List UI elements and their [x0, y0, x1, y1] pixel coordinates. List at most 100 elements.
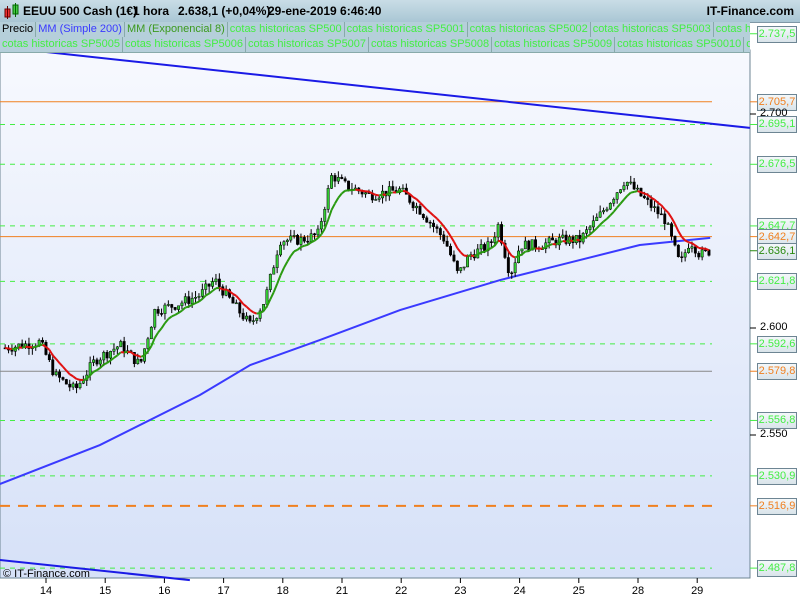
x-tick-label: 14 — [39, 585, 53, 597]
legend-item[interactable]: cotas historicas SP5007 — [246, 37, 370, 52]
candle-body — [265, 289, 269, 305]
legend-item[interactable]: cotas historicas SP5001 — [345, 22, 468, 37]
level-label: 2.579,8 — [757, 363, 797, 381]
price-chart[interactable] — [0, 0, 800, 600]
candle-body — [330, 175, 334, 189]
candle-body — [547, 237, 551, 244]
candle-body — [156, 309, 160, 314]
candle-body — [455, 260, 459, 271]
ema8-segment — [38, 343, 43, 347]
candle-body — [160, 313, 164, 315]
legend-item[interactable]: cotas historicas SP50010 — [615, 37, 745, 52]
y-tick-label: 2.550 — [760, 428, 788, 440]
legend-item[interactable]: MM (Exponencial 8) — [125, 22, 228, 37]
candle-body — [190, 297, 194, 304]
candle-body — [489, 241, 493, 243]
ema8-segment — [304, 243, 309, 247]
legend-item[interactable]: MM (Simple 200) — [36, 22, 125, 37]
level-label: 2.636,1 — [757, 242, 797, 260]
candle-body — [649, 199, 653, 208]
candle-body — [466, 256, 470, 268]
legend-item[interactable]: cotas historicas SP5009 — [492, 37, 616, 52]
x-tick-label: 16 — [158, 585, 171, 597]
y-tick-label: 2.600 — [760, 321, 788, 333]
legend-item[interactable]: cotas historicas SP5005 — [0, 37, 124, 52]
candle-body — [428, 221, 432, 224]
legend-item[interactable]: cotas historicas SP5002 — [468, 22, 591, 37]
candle-body — [445, 240, 449, 247]
candle-body — [241, 312, 245, 320]
candle-body — [551, 237, 555, 241]
candle-body — [296, 235, 300, 245]
legend-item[interactable]: cotas historicas SP5003 — [591, 22, 714, 37]
candle-body — [238, 302, 242, 314]
candle-body — [47, 354, 51, 361]
legend-row-1: Precio MM (Simple 200) MM (Exponencial 8) c… — [0, 22, 750, 38]
candle-body — [268, 273, 272, 290]
legend-item[interactable]: cotas historicas SP500 — [228, 22, 345, 37]
candle-body — [513, 262, 517, 274]
ema8-segment — [375, 193, 380, 197]
candle-body — [207, 283, 211, 287]
ema8-segment — [514, 255, 519, 259]
candle-body — [700, 249, 704, 258]
candle-body — [347, 180, 351, 190]
timeframe[interactable]: 1 hora — [133, 4, 169, 18]
ema8-segment — [21, 345, 26, 349]
legend-item[interactable]: cotas historicas SP5008 — [369, 37, 493, 52]
candle-body — [282, 241, 286, 246]
candle-body — [95, 359, 99, 365]
candle-body — [612, 199, 616, 204]
candle-body — [234, 302, 238, 305]
candle-body — [432, 222, 436, 227]
candle-body — [109, 351, 113, 359]
level-label: 2.516,9 — [757, 497, 797, 515]
x-tick-label: 21 — [335, 585, 349, 597]
ema8-segment — [293, 248, 298, 253]
candle-body — [119, 341, 123, 348]
candle-body — [64, 379, 68, 385]
ema8-segment — [487, 247, 492, 251]
candle-body — [656, 206, 660, 215]
candle-body — [602, 210, 606, 213]
candle-body — [619, 189, 623, 193]
candle-body — [391, 186, 395, 191]
candle-body — [364, 192, 368, 195]
y-tick-label: 2.700 — [760, 107, 788, 119]
x-tick-label: 15 — [99, 585, 112, 597]
level-label: 2.676,5 — [757, 156, 797, 174]
candle-body — [646, 197, 650, 200]
candle-body — [122, 341, 126, 354]
ema8-segment — [637, 190, 642, 194]
chart-header: EEUU 500 Cash (1€) 1 hora 2.638,1 (+0,04… — [0, 0, 800, 23]
candle-body — [326, 188, 330, 210]
candle-body — [153, 309, 157, 328]
candle-body — [115, 346, 119, 350]
ema8-segment — [555, 241, 560, 246]
candle-body — [534, 239, 538, 249]
candle-body — [309, 233, 313, 242]
candle-body — [615, 192, 619, 200]
legend-item[interactable]: cotas historicas SP5004 — [714, 22, 750, 37]
candle-body — [313, 233, 317, 236]
ema8-segment — [134, 353, 139, 357]
candle-body — [670, 223, 674, 237]
candle-body — [588, 226, 592, 230]
legend-item[interactable]: co — [744, 37, 750, 52]
legend-item[interactable]: cotas historicas SP5006 — [123, 37, 247, 52]
legend-item[interactable]: Precio — [0, 22, 37, 37]
candle-body — [697, 252, 701, 258]
candle-body — [636, 187, 640, 190]
candle-body — [183, 296, 187, 304]
candle-body — [629, 181, 633, 184]
ema8-segment — [195, 300, 200, 305]
candle-body — [666, 223, 670, 225]
candle-body — [289, 235, 293, 241]
ema8-segment — [8, 347, 13, 351]
candle-body — [58, 371, 62, 378]
ema8-segment — [565, 239, 570, 243]
ema8-segment — [579, 237, 584, 242]
candle-body — [591, 220, 595, 228]
x-tick-label: 29 — [691, 585, 704, 597]
level-label: 2.695,1 — [757, 116, 797, 134]
